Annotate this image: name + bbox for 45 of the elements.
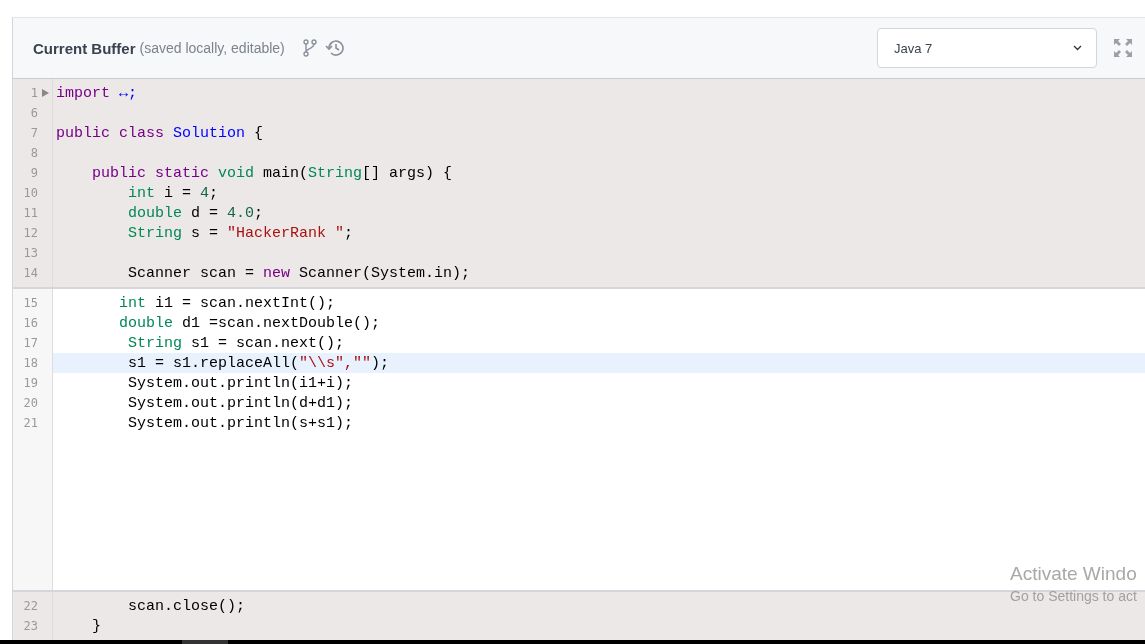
code-line: Scanner scan = new Scanner(System.in); (127, 264, 471, 282)
line-number: 13 (23, 246, 38, 260)
line-number: 7 (30, 126, 38, 140)
code-line: System.out.println(i1+i); (127, 374, 354, 392)
fullscreen-icon[interactable] (1113, 38, 1133, 58)
line-number: 23 (23, 619, 38, 633)
line-number: 22 (23, 599, 38, 613)
line-number: 19 (23, 376, 38, 390)
code-line: s1 = s1.replaceAll("\\s",""); (127, 354, 390, 372)
line-number: 10 (23, 186, 38, 200)
code-line: System.out.println(d+d1); (127, 394, 354, 412)
code-line: double d = 4.0; (127, 204, 264, 222)
line-number: 1 (30, 86, 38, 100)
chevron-icon (1073, 45, 1082, 51)
line-number: 8 (30, 146, 38, 160)
activation-title: Activate Windo (1010, 563, 1137, 585)
fold-toggle-icon[interactable] (42, 89, 49, 97)
code-line: int i = 4; (127, 184, 219, 202)
buffer-title: Current Buffer (33, 39, 136, 57)
code-line: } (91, 617, 101, 635)
line-number: 20 (23, 396, 38, 410)
line-number: 9 (30, 166, 38, 180)
line-number: 21 (23, 416, 38, 430)
line-number: 16 (23, 316, 38, 330)
branch-icon[interactable] (302, 39, 317, 57)
code-line: System.out.println(s+s1); (127, 414, 354, 432)
code-line: double d1 =scan.nextDouble(); (118, 314, 381, 332)
history-icon[interactable] (324, 39, 344, 57)
code-line: public class Solution { (56, 124, 264, 142)
line-number: 15 (23, 296, 38, 310)
code-line: public static void main(String[] args) { (91, 164, 453, 182)
line-number: 12 (23, 226, 38, 240)
line-number: 6 (30, 106, 38, 120)
line-number: 11 (23, 206, 38, 220)
buffer-subtitle: (saved locally, editable) (139, 40, 285, 56)
code-line: scan.close(); (127, 597, 246, 615)
code-line: String s1 = scan.next(); (127, 334, 345, 352)
language-dropdown[interactable]: Java 7 (877, 28, 1097, 68)
activation-hint: Go to Settings to act (1010, 588, 1137, 604)
line-number: 18 (23, 356, 38, 370)
line-number: 17 (23, 336, 38, 350)
code-line: import ↔; (56, 84, 138, 102)
line-number: 14 (23, 266, 38, 280)
code-line: String s = "HackerRank "; (127, 224, 354, 242)
code-line: int i1 = scan.nextInt(); (118, 294, 336, 312)
